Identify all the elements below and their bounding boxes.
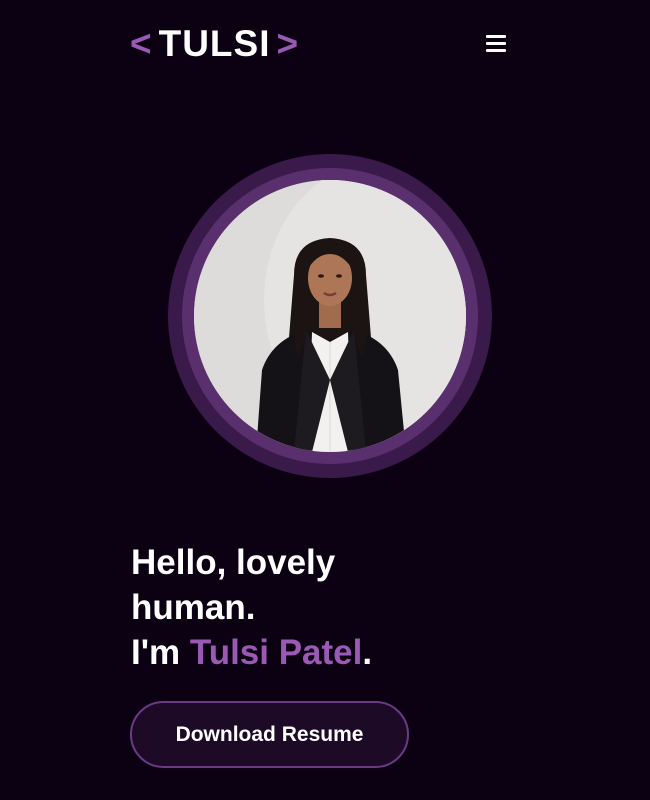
download-resume-button[interactable]: Download Resume — [130, 701, 409, 768]
hero-intro-suffix: . — [362, 633, 373, 672]
profile-photo-ring — [182, 168, 478, 464]
hero-intro-prefix: I'm — [131, 633, 190, 672]
hero-name-highlight: Tulsi Patel — [189, 633, 363, 672]
site-header: < TULSI > — [0, 0, 650, 90]
page: < TULSI > Hello, lovely human. I'm Tulsi… — [0, 0, 650, 800]
hero-heading-line1: Hello, lovely — [131, 543, 336, 582]
logo-open-bracket: < — [130, 23, 153, 64]
profile-photo-frame — [168, 154, 492, 478]
logo-name: TULSI — [158, 23, 271, 64]
site-logo[interactable]: < TULSI > — [130, 22, 299, 66]
menu-bar — [486, 42, 506, 45]
logo-close-bracket: > — [276, 23, 300, 64]
hero-heading-line2: human. — [131, 588, 256, 627]
hero-heading-line3: I'm Tulsi Patel. — [131, 630, 551, 675]
profile-photo — [194, 180, 466, 452]
menu-bar — [486, 35, 506, 38]
hamburger-menu-icon[interactable] — [486, 35, 508, 55]
hero-section: Hello, lovely human. I'm Tulsi Patel. — [131, 540, 551, 675]
portrait-illustration — [194, 180, 466, 452]
menu-bar — [486, 49, 506, 52]
